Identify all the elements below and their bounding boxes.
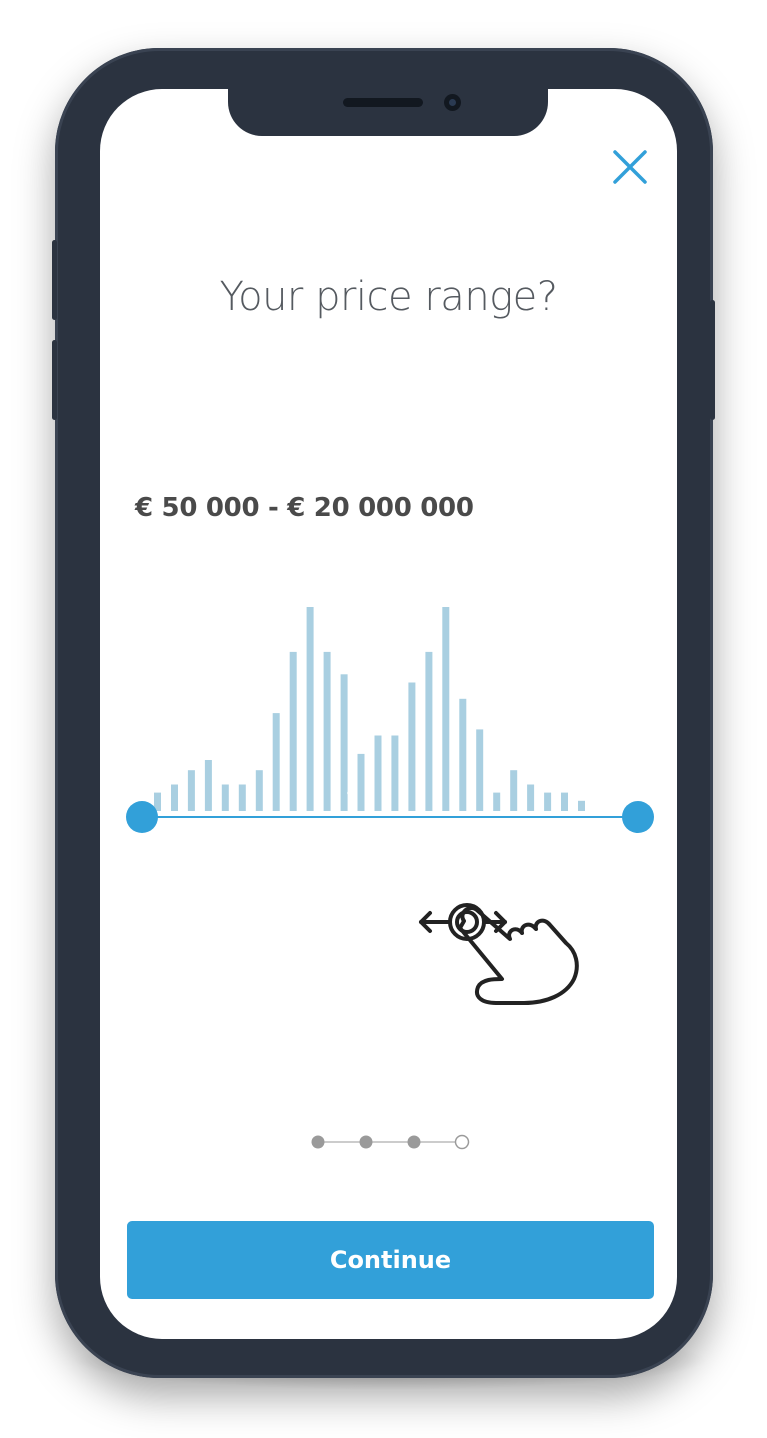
progress-step-current bbox=[454, 1134, 470, 1150]
side-button-left bbox=[52, 240, 57, 320]
progress-step-complete bbox=[359, 1135, 373, 1149]
histogram-bar bbox=[459, 698, 467, 811]
histogram-bar bbox=[306, 607, 314, 811]
slider-min-handle[interactable] bbox=[126, 801, 158, 833]
histogram-bar bbox=[527, 784, 535, 811]
histogram-bar bbox=[221, 784, 229, 811]
page-title: Your price range? bbox=[219, 274, 558, 320]
histogram-bar bbox=[323, 651, 331, 811]
continue-button[interactable]: Continue bbox=[127, 1221, 654, 1299]
device-notch bbox=[228, 89, 548, 136]
histogram-bar bbox=[289, 651, 297, 811]
speaker-grille bbox=[343, 98, 423, 107]
price-histogram bbox=[154, 607, 585, 811]
histogram-bar bbox=[544, 792, 552, 811]
progress-step-complete bbox=[407, 1135, 421, 1149]
side-button-left bbox=[52, 340, 57, 420]
histogram-bar bbox=[255, 770, 263, 811]
histogram-bar bbox=[476, 729, 484, 811]
swipe-hand-icon bbox=[419, 903, 579, 1005]
histogram-bar bbox=[374, 735, 382, 811]
device-mockup: Your price range? € 50 000 - € 20 000 00… bbox=[0, 0, 767, 1438]
close-button[interactable] bbox=[610, 147, 650, 187]
price-range-slider[interactable] bbox=[120, 599, 660, 859]
slider-center-marker bbox=[347, 791, 351, 795]
histogram-bar bbox=[272, 713, 280, 811]
histogram-bar bbox=[340, 674, 348, 811]
histogram-bar bbox=[408, 682, 416, 811]
price-range-value: € 50 000 - € 20 000 000 bbox=[135, 493, 474, 523]
slider-max-handle[interactable] bbox=[622, 801, 654, 833]
step-progress-indicator bbox=[311, 1134, 470, 1150]
side-button-right bbox=[710, 300, 715, 420]
progress-step-complete bbox=[311, 1135, 325, 1149]
histogram-bar bbox=[493, 792, 501, 811]
histogram-bar bbox=[442, 607, 450, 811]
histogram-bar bbox=[171, 784, 178, 811]
app-screen: Your price range? € 50 000 - € 20 000 00… bbox=[100, 89, 677, 1339]
histogram-bar bbox=[391, 735, 399, 811]
histogram-bar bbox=[357, 753, 365, 811]
histogram-bar bbox=[578, 800, 585, 811]
histogram-bar bbox=[204, 760, 212, 811]
histogram-bar bbox=[238, 784, 246, 811]
histogram-bar bbox=[510, 770, 518, 811]
front-camera bbox=[444, 94, 461, 111]
histogram-bar bbox=[425, 651, 433, 811]
histogram-bar bbox=[561, 792, 568, 811]
close-icon bbox=[613, 150, 647, 184]
histogram-bar bbox=[187, 770, 195, 811]
